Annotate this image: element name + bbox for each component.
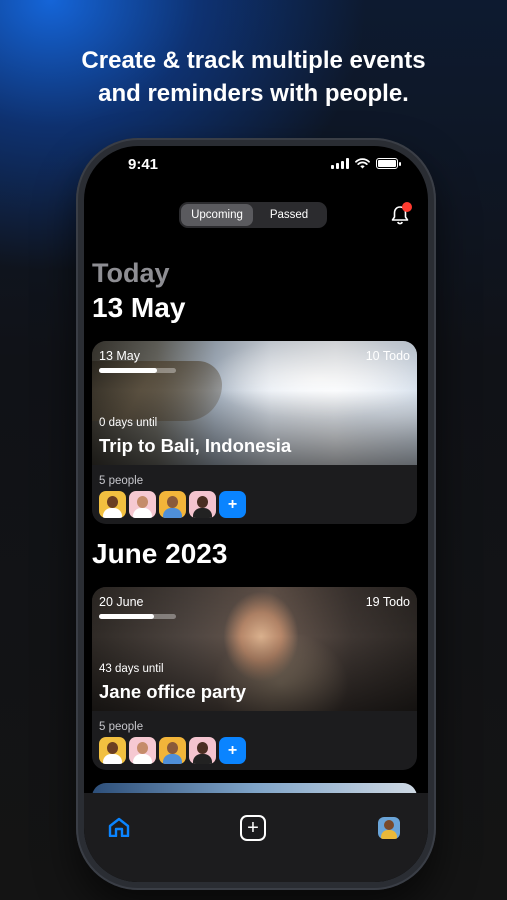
section-date-heading: 13 May — [92, 292, 186, 323]
event-progress-fill — [99, 614, 155, 619]
tab-bar: + — [84, 793, 428, 882]
event-progress-fill — [99, 368, 157, 373]
segment-upcoming[interactable]: Upcoming — [181, 204, 253, 226]
event-title: Trip to Bali, Indonesia — [99, 435, 292, 456]
headline-line-1: Create & track multiple events — [81, 47, 426, 74]
event-people-count: 5 people — [99, 475, 144, 487]
event-date: 20 June — [99, 595, 144, 609]
phone-screen: 9:41 Upcoming Passed Today 13 May 13 May… — [84, 146, 428, 882]
event-people-count: 5 people — [99, 721, 144, 733]
avatar-1[interactable] — [99, 491, 126, 518]
event-avatars: + — [99, 491, 246, 518]
section-month-heading: June 2023 — [92, 538, 228, 569]
add-person-button[interactable]: + — [219, 491, 246, 518]
avatar-3[interactable] — [159, 491, 186, 518]
event-card-jane[interactable]: 20 June 19 Todo 43 days until Jane offic… — [92, 587, 417, 770]
avatar-4[interactable] — [189, 737, 216, 764]
section-today-label: Today — [92, 258, 170, 288]
headline-line-2: and reminders with people. — [98, 80, 409, 107]
status-time: 9:41 — [128, 156, 159, 173]
event-progress-bar — [99, 368, 176, 373]
event-days-until: 0 days until — [99, 417, 158, 429]
avatar-1[interactable] — [99, 737, 126, 764]
event-progress-bar — [99, 614, 176, 619]
wifi-icon — [355, 158, 370, 169]
event-todo-count: 10 Todo — [365, 349, 410, 363]
avatar-2[interactable] — [129, 737, 156, 764]
avatar-3[interactable] — [159, 737, 186, 764]
event-todo-count: 19 Todo — [365, 595, 410, 609]
signal-icon — [331, 158, 349, 169]
event-date: 13 May — [99, 349, 140, 363]
status-icons — [331, 158, 401, 169]
avatar-4[interactable] — [189, 491, 216, 518]
segmented-control: Upcoming Passed — [179, 202, 327, 228]
segment-passed[interactable]: Passed — [253, 204, 325, 226]
notification-badge — [402, 202, 412, 212]
event-title: Jane office party — [99, 681, 247, 702]
event-days-until: 43 days until — [99, 663, 164, 675]
event-avatars: + — [99, 737, 246, 764]
home-icon[interactable] — [108, 817, 130, 837]
profile-avatar[interactable] — [378, 817, 400, 839]
add-person-button[interactable]: + — [219, 737, 246, 764]
add-event-icon[interactable]: + — [240, 815, 266, 841]
battery-icon — [376, 158, 401, 169]
avatar-2[interactable] — [129, 491, 156, 518]
event-card-bali[interactable]: 13 May 10 Todo 0 days until Trip to Bali… — [92, 341, 417, 524]
headline: Create & track multiple events and remin… — [0, 44, 507, 110]
